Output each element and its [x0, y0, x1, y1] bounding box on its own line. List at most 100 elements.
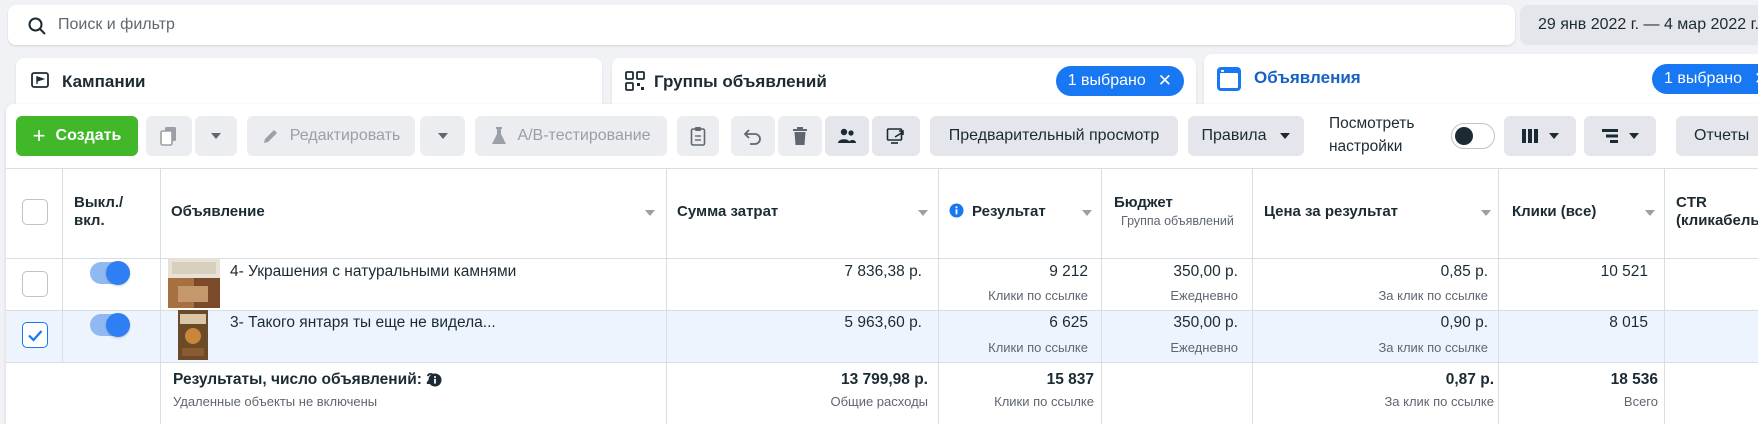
- ad-budget-type: Ежедневно: [1170, 288, 1238, 303]
- checkmark-icon: [28, 330, 43, 342]
- ad-cost-type: За клик по ссылке: [1378, 288, 1488, 303]
- edit-dropdown-button[interactable]: [420, 116, 465, 156]
- column-divider: [938, 168, 939, 424]
- totals-cost-type: За клик по ссылке: [1384, 394, 1494, 409]
- reports-button[interactable]: Отчеты: [1676, 116, 1758, 156]
- column-header-cost-per-result[interactable]: Цена за результат: [1264, 203, 1398, 221]
- ads-selected-chip[interactable]: 1 выбрано ✕: [1652, 64, 1758, 94]
- columns-button[interactable]: [1504, 116, 1576, 156]
- sort-chevron-icon[interactable]: [1645, 210, 1655, 216]
- ad-budget-type: Ежедневно: [1170, 340, 1238, 355]
- date-range-picker[interactable]: 29 янв 2022 г. — 4 мар 2022 г.: [1520, 5, 1758, 45]
- preview-button-label: Предварительный просмотр: [948, 127, 1160, 144]
- ad-clicks: 10 521: [1600, 263, 1648, 280]
- ad-spend: 5 963,60 р.: [844, 314, 922, 331]
- sort-chevron-icon[interactable]: [1481, 210, 1491, 216]
- create-button[interactable]: + Создать: [16, 116, 138, 156]
- totals-result: 15 837: [1046, 371, 1094, 388]
- ad-result-type: Клики по ссылке: [988, 288, 1088, 303]
- duplicate-dropdown-button[interactable]: [195, 116, 237, 156]
- delete-button[interactable]: [778, 116, 822, 156]
- export-button[interactable]: [872, 116, 920, 156]
- ad-result-type: Клики по ссылке: [988, 340, 1088, 355]
- search-input[interactable]: [58, 13, 958, 37]
- undo-button[interactable]: [731, 116, 775, 156]
- duplicate-button[interactable]: [146, 116, 192, 156]
- select-all-checkbox[interactable]: [22, 199, 48, 225]
- chevron-down-icon: [211, 133, 221, 139]
- totals-spend-type: Общие расходы: [830, 394, 928, 409]
- ad-clicks: 8 015: [1609, 314, 1648, 331]
- ad-status-toggle[interactable]: [90, 313, 130, 337]
- preview-button[interactable]: Предварительный просмотр: [930, 116, 1178, 156]
- adsets-selected-label: 1 выбрано: [1067, 72, 1146, 89]
- ad-name[interactable]: 4- Украшения с натуральными камнями: [230, 263, 516, 281]
- view-settings-toggle[interactable]: [1451, 123, 1495, 149]
- row-checkbox[interactable]: [22, 271, 48, 297]
- sort-chevron-icon[interactable]: [645, 210, 655, 216]
- column-divider: [62, 168, 63, 362]
- flask-icon: [492, 127, 507, 144]
- folder-flag-icon: [31, 72, 49, 88]
- column-divider: [1252, 168, 1253, 424]
- ad-thumbnail[interactable]: [168, 258, 220, 308]
- column-divider: [1101, 168, 1102, 424]
- duplicate-icon: [160, 127, 176, 146]
- audience-button[interactable]: [825, 116, 869, 156]
- row-checkbox-checked[interactable]: [22, 322, 48, 348]
- rules-button-label: Правила: [1201, 127, 1267, 144]
- search-icon: [28, 17, 46, 35]
- ad-window-icon: [1217, 67, 1241, 91]
- column-header-ctr[interactable]: CTR (кликабель: [1676, 194, 1758, 230]
- create-button-label: Создать: [55, 127, 122, 144]
- table-header-bottom-border: [6, 258, 1758, 259]
- rules-button[interactable]: Правила: [1188, 116, 1304, 156]
- columns-icon: [1522, 129, 1538, 143]
- totals-clicks: 18 536: [1610, 371, 1658, 388]
- ab-test-button[interactable]: A/B-тестирование: [475, 116, 667, 156]
- totals-spend: 13 799,98 р.: [840, 371, 928, 388]
- ad-result: 6 625: [1049, 314, 1088, 331]
- ad-cost-per-result: 0,90 р.: [1440, 314, 1488, 331]
- close-icon[interactable]: ✕: [1158, 66, 1172, 96]
- column-divider: [1498, 168, 1499, 424]
- breakdown-button[interactable]: [1584, 116, 1656, 156]
- info-icon[interactable]: [949, 203, 964, 218]
- ad-name[interactable]: 3- Такого янтаря ты еще не видела...: [230, 314, 496, 332]
- pencil-icon: [263, 130, 277, 143]
- totals-label: Результаты, число объявлений: 2: [173, 371, 435, 388]
- adsets-selected-chip[interactable]: 1 выбрано ✕: [1055, 66, 1184, 96]
- column-header-budget[interactable]: Бюджет: [1114, 194, 1173, 212]
- info-icon[interactable]: [428, 373, 442, 387]
- edit-button[interactable]: Редактировать: [247, 116, 415, 156]
- column-header-spend[interactable]: Сумма затрат: [677, 203, 778, 221]
- chevron-down-icon: [1629, 133, 1639, 139]
- ad-spend: 7 836,38 р.: [844, 263, 922, 280]
- breakdown-icon: [1602, 129, 1618, 143]
- ad-cost-type: За клик по ссылке: [1378, 340, 1488, 355]
- search-bar[interactable]: [8, 5, 1515, 45]
- sort-chevron-icon[interactable]: [918, 210, 928, 216]
- totals-clicks-type: Всего: [1623, 394, 1658, 409]
- column-divider: [666, 168, 667, 424]
- chevron-down-icon: [1280, 133, 1291, 139]
- column-header-onoff[interactable]: Выкл./ вкл.: [74, 194, 123, 230]
- tab-adsets-label: Группы объявлений: [654, 72, 827, 91]
- trash-icon: [793, 127, 807, 145]
- ad-status-toggle[interactable]: [90, 261, 130, 285]
- close-icon[interactable]: ✕: [1754, 64, 1758, 94]
- ad-budget: 350,00 р.: [1173, 263, 1238, 280]
- ad-cost-per-result: 0,85 р.: [1440, 263, 1488, 280]
- ads-selected-label: 1 выбрано: [1664, 70, 1743, 87]
- tab-ads-label: Объявления: [1254, 68, 1361, 87]
- tab-campaigns-label: Кампании: [62, 72, 146, 91]
- clipboard-button[interactable]: [677, 116, 719, 156]
- row-divider: [6, 362, 1758, 363]
- ad-thumbnail[interactable]: [178, 310, 208, 360]
- sort-chevron-icon[interactable]: [1082, 210, 1092, 216]
- column-header-ad[interactable]: Объявление: [171, 203, 265, 221]
- export-icon: [886, 128, 904, 144]
- column-header-clicks-all[interactable]: Клики (все): [1512, 203, 1596, 221]
- ab-test-button-label: A/B-тестирование: [517, 127, 651, 144]
- column-header-result[interactable]: Результат: [972, 203, 1046, 221]
